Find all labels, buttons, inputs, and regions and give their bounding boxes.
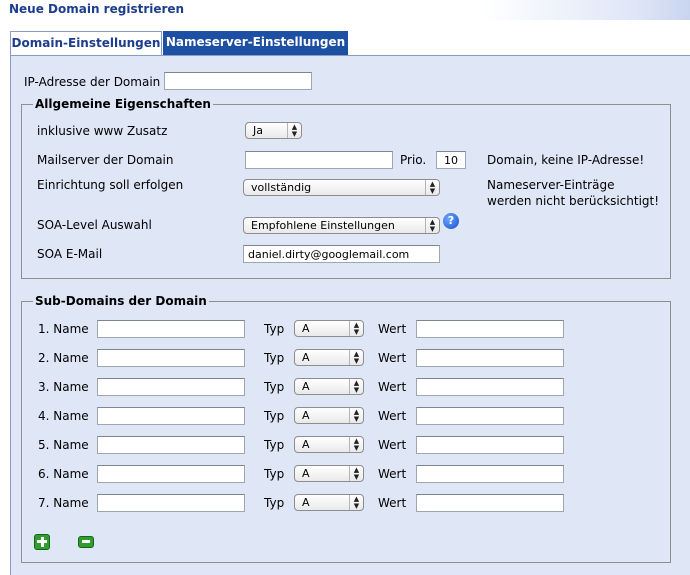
help-icon[interactable]: ? bbox=[443, 213, 459, 229]
prio-input[interactable] bbox=[436, 151, 466, 169]
subdomain-name-input[interactable] bbox=[97, 378, 245, 396]
subdomain-value-label: Wert bbox=[378, 438, 407, 452]
subdomain-name-input[interactable] bbox=[97, 320, 245, 338]
subdomain-type-value: A bbox=[302, 438, 310, 451]
select-arrows-icon: ▲ ▼ bbox=[349, 437, 363, 452]
mailserver-label: Mailserver der Domain bbox=[37, 153, 174, 167]
subdomain-name-label: 2. Name bbox=[38, 351, 89, 365]
subdomain-name-label: 1. Name bbox=[38, 322, 89, 336]
subdomain-name-input[interactable] bbox=[97, 465, 245, 483]
subdomain-type-select[interactable]: A ▲ ▼ bbox=[294, 494, 364, 511]
www-select[interactable]: Ja ▲ ▼ bbox=[245, 122, 302, 139]
subdomain-type-value: A bbox=[302, 322, 310, 335]
window-title: Neue Domain registrieren bbox=[9, 2, 185, 16]
minus-icon[interactable] bbox=[78, 536, 94, 548]
mailserver-input[interactable] bbox=[245, 151, 393, 169]
subdomain-value-label: Wert bbox=[378, 351, 407, 365]
select-arrows-icon: ▲ ▼ bbox=[349, 408, 363, 423]
select-arrows-icon: ▲ ▼ bbox=[349, 495, 363, 510]
subdomain-value-input[interactable] bbox=[416, 378, 564, 396]
subdomain-name-label: 6. Name bbox=[38, 467, 89, 481]
subdomain-type-label: Typ bbox=[264, 409, 285, 423]
subdomain-name-input[interactable] bbox=[97, 494, 245, 512]
subdomain-value-input[interactable] bbox=[416, 320, 564, 338]
soa-level-select-value: Empfohlene Einstellungen bbox=[251, 219, 395, 232]
setup-select-value: vollständig bbox=[251, 181, 312, 194]
subdomain-name-label: 3. Name bbox=[38, 380, 89, 394]
nameserver-settings-panel: IP-Adresse der Domain Allgemeine Eigensc… bbox=[10, 55, 690, 575]
subdomain-type-value: A bbox=[302, 496, 310, 509]
ip-address-label: IP-Adresse der Domain bbox=[24, 75, 161, 89]
mailserver-note: Domain, keine IP-Adresse! bbox=[487, 153, 645, 167]
subdomain-type-label: Typ bbox=[264, 438, 285, 452]
subdomain-value-label: Wert bbox=[378, 409, 407, 423]
setup-note-line2: werden nicht berücksichtigt! bbox=[487, 194, 660, 208]
soa-level-label: SOA-Level Auswahl bbox=[37, 218, 152, 232]
ip-address-input[interactable] bbox=[164, 72, 312, 90]
subdomain-value-input[interactable] bbox=[416, 494, 564, 512]
select-arrows-icon: ▲ ▼ bbox=[287, 123, 301, 138]
subdomain-value-label: Wert bbox=[378, 467, 407, 481]
subdomain-value-label: Wert bbox=[378, 496, 407, 510]
subdomain-type-value: A bbox=[302, 351, 310, 364]
select-arrows-icon: ▲ ▼ bbox=[425, 218, 439, 233]
subdomain-type-select[interactable]: A ▲ ▼ bbox=[294, 407, 364, 424]
select-arrows-icon: ▲ ▼ bbox=[349, 321, 363, 336]
subdomain-type-label: Typ bbox=[264, 351, 285, 365]
subdomain-type-label: Typ bbox=[264, 380, 285, 394]
subdomain-value-label: Wert bbox=[378, 380, 407, 394]
subdomain-type-label: Typ bbox=[264, 322, 285, 336]
www-select-value: Ja bbox=[253, 124, 263, 137]
subdomain-type-select[interactable]: A ▲ ▼ bbox=[294, 436, 364, 453]
subdomain-type-select[interactable]: A ▲ ▼ bbox=[294, 465, 364, 482]
subdomain-name-label: 5. Name bbox=[38, 438, 89, 452]
subdomains-group bbox=[21, 301, 671, 563]
plus-icon[interactable] bbox=[34, 534, 50, 550]
subdomain-name-label: 7. Name bbox=[38, 496, 89, 510]
tab-nameserver-settings[interactable]: Nameserver-Einstellungen bbox=[163, 31, 348, 55]
subdomain-name-input[interactable] bbox=[97, 436, 245, 454]
prio-label: Prio. bbox=[400, 153, 427, 167]
subdomains-legend: Sub-Domains der Domain bbox=[33, 294, 209, 308]
subdomain-value-input[interactable] bbox=[416, 407, 564, 425]
subdomain-type-select[interactable]: A ▲ ▼ bbox=[294, 349, 364, 366]
window-titlebar: Neue Domain registrieren bbox=[0, 0, 690, 20]
soa-level-select[interactable]: Empfohlene Einstellungen ▲ ▼ bbox=[243, 217, 440, 234]
subdomain-type-label: Typ bbox=[264, 467, 285, 481]
www-label: inklusive www Zusatz bbox=[37, 124, 168, 138]
subdomain-value-input[interactable] bbox=[416, 465, 564, 483]
subdomain-type-select[interactable]: A ▲ ▼ bbox=[294, 378, 364, 395]
subdomain-type-value: A bbox=[302, 467, 310, 480]
subdomain-name-input[interactable] bbox=[97, 407, 245, 425]
subdomain-type-select[interactable]: A ▲ ▼ bbox=[294, 320, 364, 337]
subdomain-type-value: A bbox=[302, 380, 310, 393]
soa-email-input[interactable] bbox=[243, 245, 440, 263]
subdomain-type-label: Typ bbox=[264, 496, 285, 510]
select-arrows-icon: ▲ ▼ bbox=[349, 379, 363, 394]
subdomain-value-input[interactable] bbox=[416, 349, 564, 367]
setup-select[interactable]: vollständig ▲ ▼ bbox=[243, 179, 440, 196]
select-arrows-icon: ▲ ▼ bbox=[349, 466, 363, 481]
tab-domain-settings[interactable]: Domain-Einstellungen bbox=[10, 31, 162, 55]
setup-label: Einrichtung soll erfolgen bbox=[37, 178, 184, 192]
subdomain-name-label: 4. Name bbox=[38, 409, 89, 423]
subdomain-name-input[interactable] bbox=[97, 349, 245, 367]
select-arrows-icon: ▲ ▼ bbox=[425, 180, 439, 195]
subdomain-type-value: A bbox=[302, 409, 310, 422]
soa-email-label: SOA E-Mail bbox=[37, 247, 103, 261]
setup-note-line1: Nameserver-Einträge bbox=[487, 178, 615, 192]
general-properties-legend: Allgemeine Eigenschaften bbox=[33, 97, 213, 111]
subdomain-value-input[interactable] bbox=[416, 436, 564, 454]
select-arrows-icon: ▲ ▼ bbox=[349, 350, 363, 365]
subdomain-value-label: Wert bbox=[378, 322, 407, 336]
